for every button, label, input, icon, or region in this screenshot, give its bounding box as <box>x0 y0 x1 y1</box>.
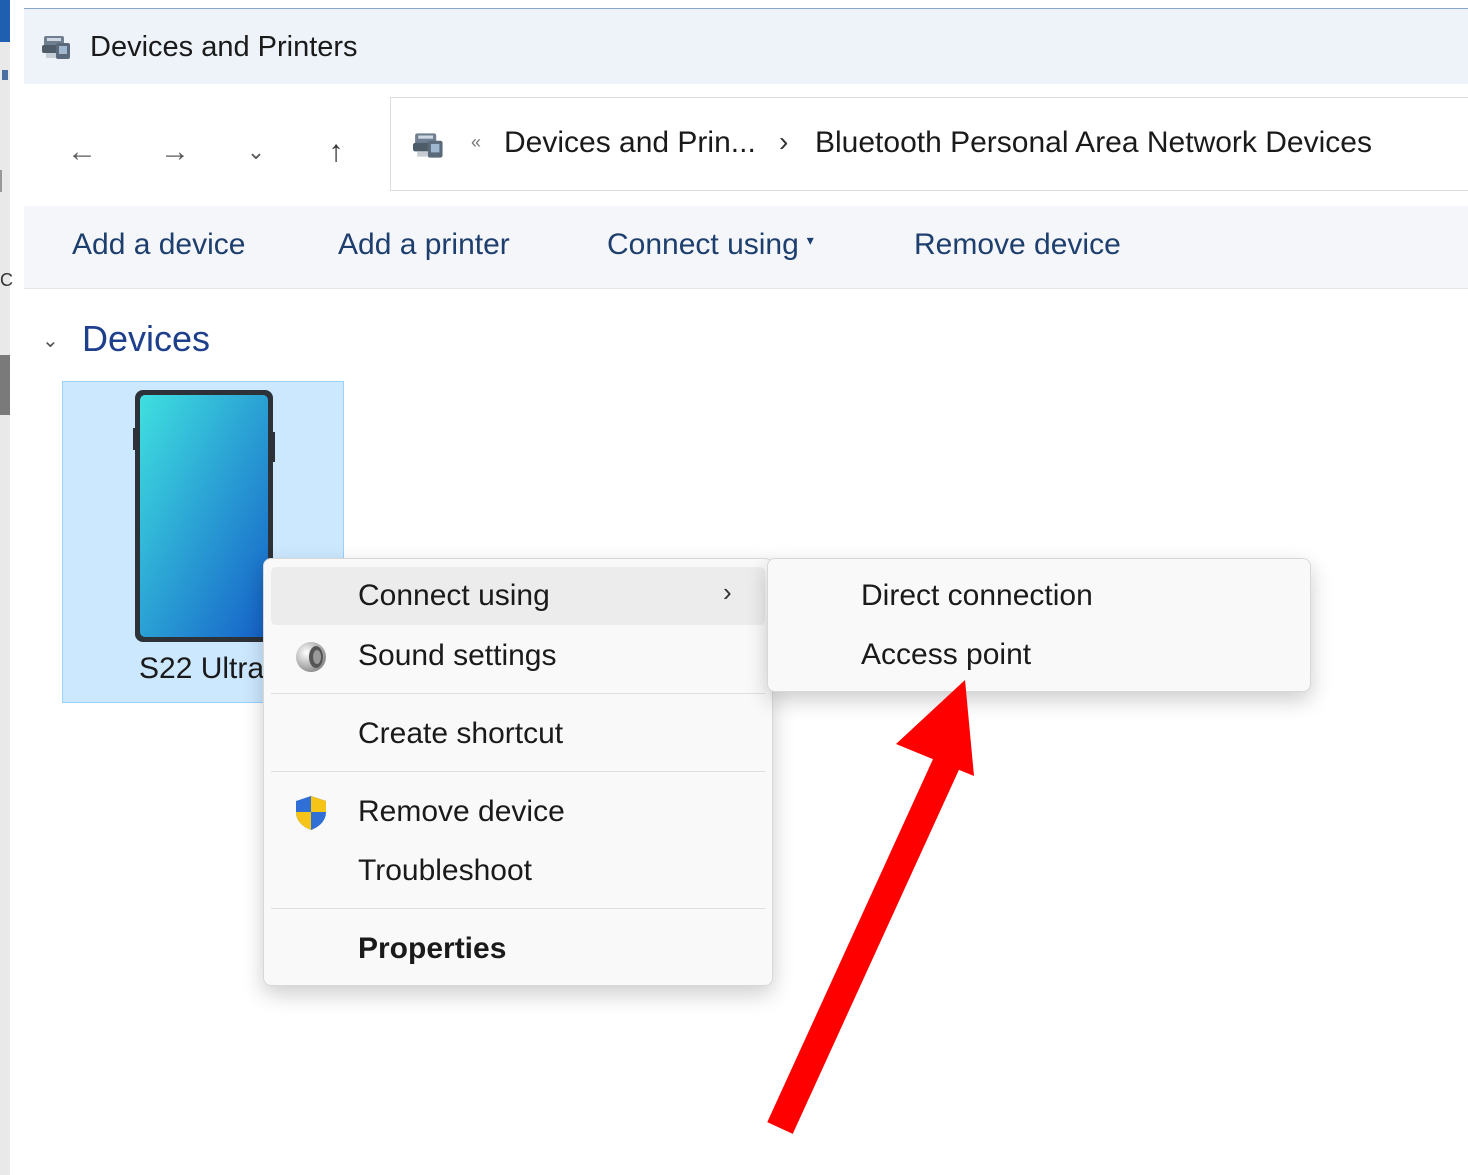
remove-device-button[interactable]: Remove device <box>914 228 1121 262</box>
menu-separator <box>271 693 765 694</box>
menu-item-label: Connect using <box>358 579 550 612</box>
window-title: Devices and Printers <box>90 31 358 63</box>
menu-separator <box>271 771 765 772</box>
menu-item-remove-device[interactable]: Remove device <box>271 783 765 841</box>
background-window-thumbnail <box>0 355 10 415</box>
title-bar[interactable]: Devices and Printers <box>24 8 1468 85</box>
breadcrumb-separator-icon[interactable]: › <box>779 126 788 158</box>
background-window-icon <box>2 70 8 80</box>
chevron-right-icon: › <box>723 577 732 607</box>
devices-group-title: Devices <box>82 318 211 359</box>
breadcrumb-devices-and-printers[interactable]: Devices and Prin... <box>504 126 756 160</box>
overflow-breadcrumb-icon[interactable]: « <box>471 132 481 153</box>
recent-locations-button[interactable]: ⌄ <box>236 132 276 172</box>
up-button[interactable]: ↑ <box>316 132 356 172</box>
context-menu: Connect using › Sound settings Create sh… <box>263 558 773 986</box>
device-label: S22 Ultra <box>139 652 265 685</box>
menu-item-label: Create shortcut <box>358 717 564 750</box>
uac-shield-icon <box>296 796 326 830</box>
menu-item-label: Remove device <box>358 795 565 828</box>
connect-using-button[interactable]: Connect using ▾ <box>607 228 814 262</box>
devices-printers-icon <box>413 133 443 158</box>
menu-item-sound-settings[interactable]: Sound settings <box>271 627 765 685</box>
up-arrow-icon: ↑ <box>328 135 344 168</box>
add-device-button[interactable]: Add a device <box>72 228 245 262</box>
submenu-item-direct-connection[interactable]: Direct connection <box>775 567 1303 625</box>
address-bar[interactable]: « Devices and Prin... › Bluetooth Person… <box>390 97 1468 191</box>
menu-item-label: Sound settings <box>358 639 557 672</box>
navigation-bar: ← → ⌄ ↑ « Devices and Prin... › Bluetoot… <box>24 84 1468 206</box>
menu-item-properties[interactable]: Properties <box>271 920 765 978</box>
connect-using-label: Connect using <box>607 228 799 261</box>
chevron-down-icon[interactable]: ⌄ <box>42 328 59 353</box>
forward-arrow-icon: → <box>160 135 190 168</box>
forward-button[interactable]: → <box>155 132 195 172</box>
menu-separator <box>271 908 765 909</box>
devices-printers-icon <box>42 36 70 59</box>
back-button[interactable]: ← <box>62 132 102 172</box>
menu-item-troubleshoot[interactable]: Troubleshoot <box>271 842 765 900</box>
command-bar: Add a device Add a printer Connect using… <box>24 206 1468 289</box>
background-window-back-icon <box>0 170 10 192</box>
menu-item-label: Properties <box>358 932 507 965</box>
menu-item-connect-using[interactable]: Connect using › <box>271 567 765 625</box>
dropdown-caret-icon: ▾ <box>806 231 814 248</box>
chevron-down-icon: ⌄ <box>246 139 266 164</box>
connect-using-submenu: Direct connection Access point <box>767 558 1311 692</box>
submenu-item-label: Direct connection <box>861 579 1093 612</box>
background-window-glyph: C <box>0 270 13 290</box>
smartphone-icon <box>133 390 275 642</box>
back-arrow-icon: ← <box>67 135 97 168</box>
background-window-titlebar <box>0 0 10 42</box>
speaker-icon <box>296 642 326 672</box>
submenu-item-access-point[interactable]: Access point <box>775 626 1303 684</box>
menu-item-label: Troubleshoot <box>358 854 532 887</box>
menu-item-create-shortcut[interactable]: Create shortcut <box>271 705 765 763</box>
submenu-item-label: Access point <box>861 638 1032 671</box>
breadcrumb-bluetooth-pan-devices[interactable]: Bluetooth Personal Area Network Devices <box>815 126 1372 160</box>
background-window-edge: C <box>0 0 13 1175</box>
add-printer-button[interactable]: Add a printer <box>338 228 510 262</box>
